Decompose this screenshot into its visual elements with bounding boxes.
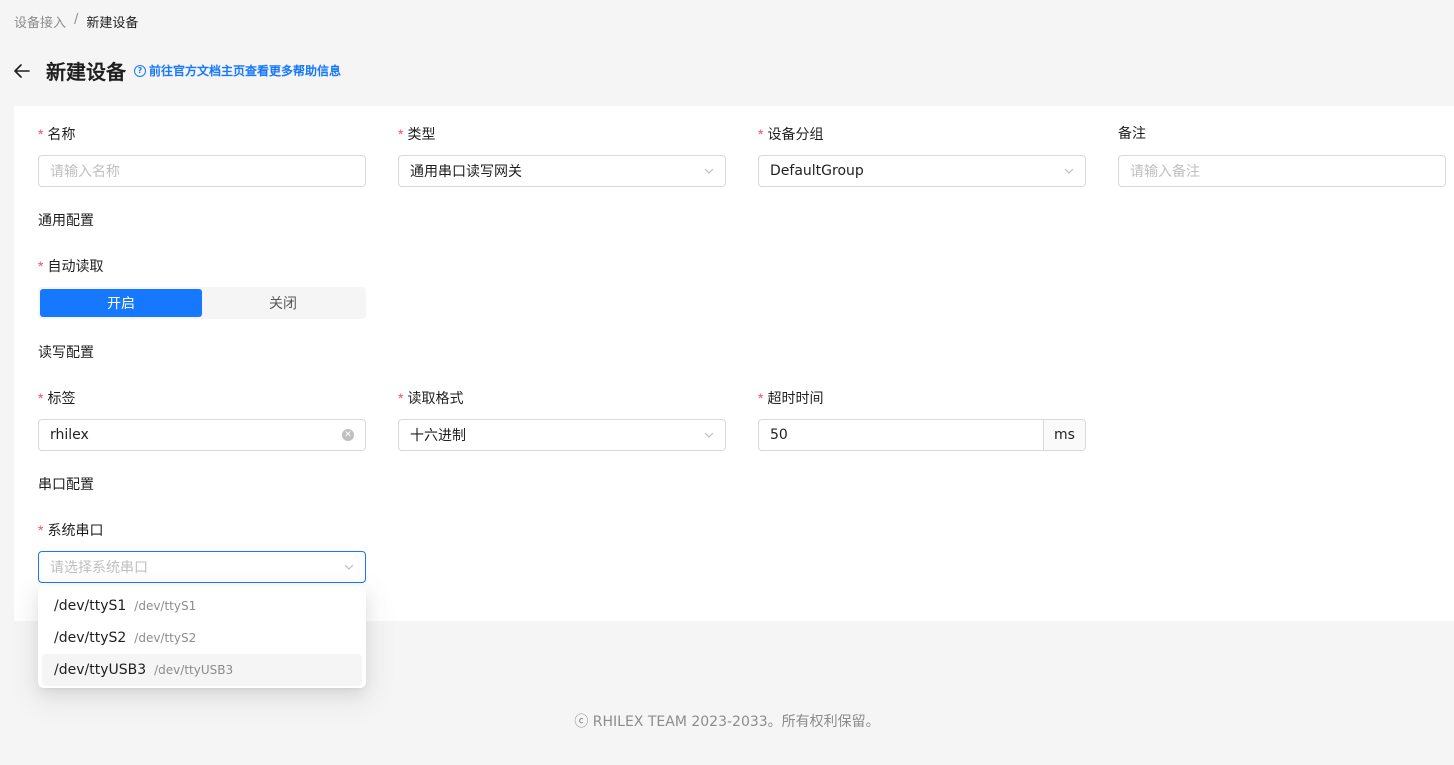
timeout-field: * 超时时间 50 ms bbox=[758, 387, 1086, 451]
remark-placeholder: 请输入备注 bbox=[1130, 164, 1200, 180]
required-mark: * bbox=[758, 390, 764, 406]
option-desc: /dev/ttyS2 bbox=[134, 631, 197, 645]
serial-port-select[interactable]: 请选择系统串口 bbox=[38, 551, 366, 583]
group-label: * 设备分组 bbox=[758, 126, 824, 143]
read-format-select[interactable]: 十六进制 bbox=[398, 419, 726, 451]
read-format-field: * 读取格式 十六进制 bbox=[398, 387, 726, 451]
timeout-unit: ms bbox=[1044, 419, 1086, 451]
required-mark: * bbox=[38, 390, 44, 406]
type-field: * 类型 通用串口读写网关 bbox=[398, 123, 726, 187]
required-mark: * bbox=[38, 258, 44, 274]
remark-input[interactable]: 请输入备注 bbox=[1118, 155, 1446, 187]
help-link-text[interactable]: 前往官方文档主页查看更多帮助信息 bbox=[149, 62, 341, 79]
option-label: /dev/ttyS1 bbox=[54, 598, 127, 614]
serial-port-label: * 系统串口 bbox=[38, 522, 104, 539]
option-label: /dev/ttyUSB3 bbox=[54, 662, 147, 678]
tag-value: rhilex bbox=[50, 427, 89, 443]
auto-read-on[interactable]: 开启 bbox=[40, 289, 202, 317]
read-format-value: 十六进制 bbox=[410, 428, 466, 444]
type-value: 通用串口读写网关 bbox=[410, 164, 522, 180]
name-input[interactable]: 请输入名称 bbox=[38, 155, 366, 187]
form-card: * 名称 请输入名称 * 类型 通用串口读写网关 * 设备分组 DefaultGrou… bbox=[14, 106, 1454, 621]
name-field: * 名称 请输入名称 bbox=[38, 123, 366, 187]
auto-read-label: * 自动读取 bbox=[38, 258, 104, 275]
tag-input[interactable]: rhilex ✕ bbox=[38, 419, 366, 451]
breadcrumb-parent[interactable]: 设备接入 bbox=[14, 12, 66, 31]
serial-port-field: * 系统串口 请选择系统串口 bbox=[38, 519, 366, 583]
chevron-down-icon bbox=[344, 564, 354, 570]
breadcrumb-current: 新建设备 bbox=[86, 16, 139, 31]
option-desc: /dev/ttyS1 bbox=[134, 599, 197, 613]
group-value: DefaultGroup bbox=[770, 163, 864, 179]
rw-config-title: 读写配置 bbox=[38, 345, 94, 361]
type-select[interactable]: 通用串口读写网关 bbox=[398, 155, 726, 187]
auto-read-off[interactable]: 关闭 bbox=[202, 289, 364, 317]
common-config-title: 通用配置 bbox=[38, 213, 94, 229]
required-mark: * bbox=[758, 126, 764, 142]
timeout-label: * 超时时间 bbox=[758, 390, 824, 407]
dropdown-option[interactable]: /dev/ttyS2 /dev/ttyS2 bbox=[42, 622, 362, 654]
page-title: 新建设备 bbox=[46, 60, 126, 84]
serial-port-dropdown: /dev/ttyS1 /dev/ttyS1 /dev/ttyS2 /dev/tt… bbox=[38, 586, 366, 688]
name-label: * 名称 bbox=[38, 126, 76, 143]
option-desc: /dev/ttyUSB3 bbox=[154, 663, 234, 677]
serial-config-title: 串口配置 bbox=[38, 477, 94, 493]
option-label: /dev/ttyS2 bbox=[54, 630, 127, 646]
required-mark: * bbox=[398, 390, 404, 406]
type-label: * 类型 bbox=[398, 126, 436, 143]
serial-port-placeholder: 请选择系统串口 bbox=[50, 560, 148, 576]
group-select[interactable]: DefaultGroup bbox=[758, 155, 1086, 187]
dropdown-option[interactable]: /dev/ttyS1 /dev/ttyS1 bbox=[42, 590, 362, 622]
chevron-down-icon bbox=[704, 432, 714, 438]
required-mark: * bbox=[38, 522, 44, 538]
breadcrumb: 设备接入 / 新建设备 bbox=[14, 12, 138, 31]
timeout-input-group: 50 ms bbox=[758, 419, 1086, 451]
tag-label: * 标签 bbox=[38, 390, 76, 407]
chevron-down-icon bbox=[1064, 168, 1074, 174]
remark-label: 备注 bbox=[1118, 126, 1146, 142]
auto-read-field: * 自动读取 开启 关闭 bbox=[38, 255, 366, 319]
timeout-value: 50 bbox=[770, 427, 788, 443]
tag-field: * 标签 rhilex ✕ bbox=[38, 387, 366, 451]
copyright-footer: ⓒ RHILEX TEAM 2023-2033。所有权利保留。 bbox=[574, 714, 880, 730]
breadcrumb-separator: / bbox=[74, 12, 79, 27]
name-placeholder: 请输入名称 bbox=[50, 164, 120, 180]
close-circle-icon[interactable]: ✕ bbox=[342, 429, 354, 441]
arrow-left-icon[interactable] bbox=[14, 62, 32, 80]
remark-field: 备注 请输入备注 bbox=[1118, 123, 1446, 187]
chevron-down-icon bbox=[704, 168, 714, 174]
page-header: 新建设备 ? 前往官方文档主页查看更多帮助信息 bbox=[14, 56, 341, 85]
dropdown-option[interactable]: /dev/ttyUSB3 /dev/ttyUSB3 bbox=[42, 654, 362, 686]
read-format-label: * 读取格式 bbox=[398, 390, 464, 407]
group-field: * 设备分组 DefaultGroup bbox=[758, 123, 1086, 187]
required-mark: * bbox=[38, 126, 44, 142]
auto-read-segmented: 开启 关闭 bbox=[38, 287, 366, 319]
question-circle-icon: ? bbox=[134, 64, 146, 77]
help-link[interactable]: ? 前往官方文档主页查看更多帮助信息 bbox=[134, 62, 341, 79]
timeout-input[interactable]: 50 bbox=[758, 419, 1044, 451]
required-mark: * bbox=[398, 126, 404, 142]
